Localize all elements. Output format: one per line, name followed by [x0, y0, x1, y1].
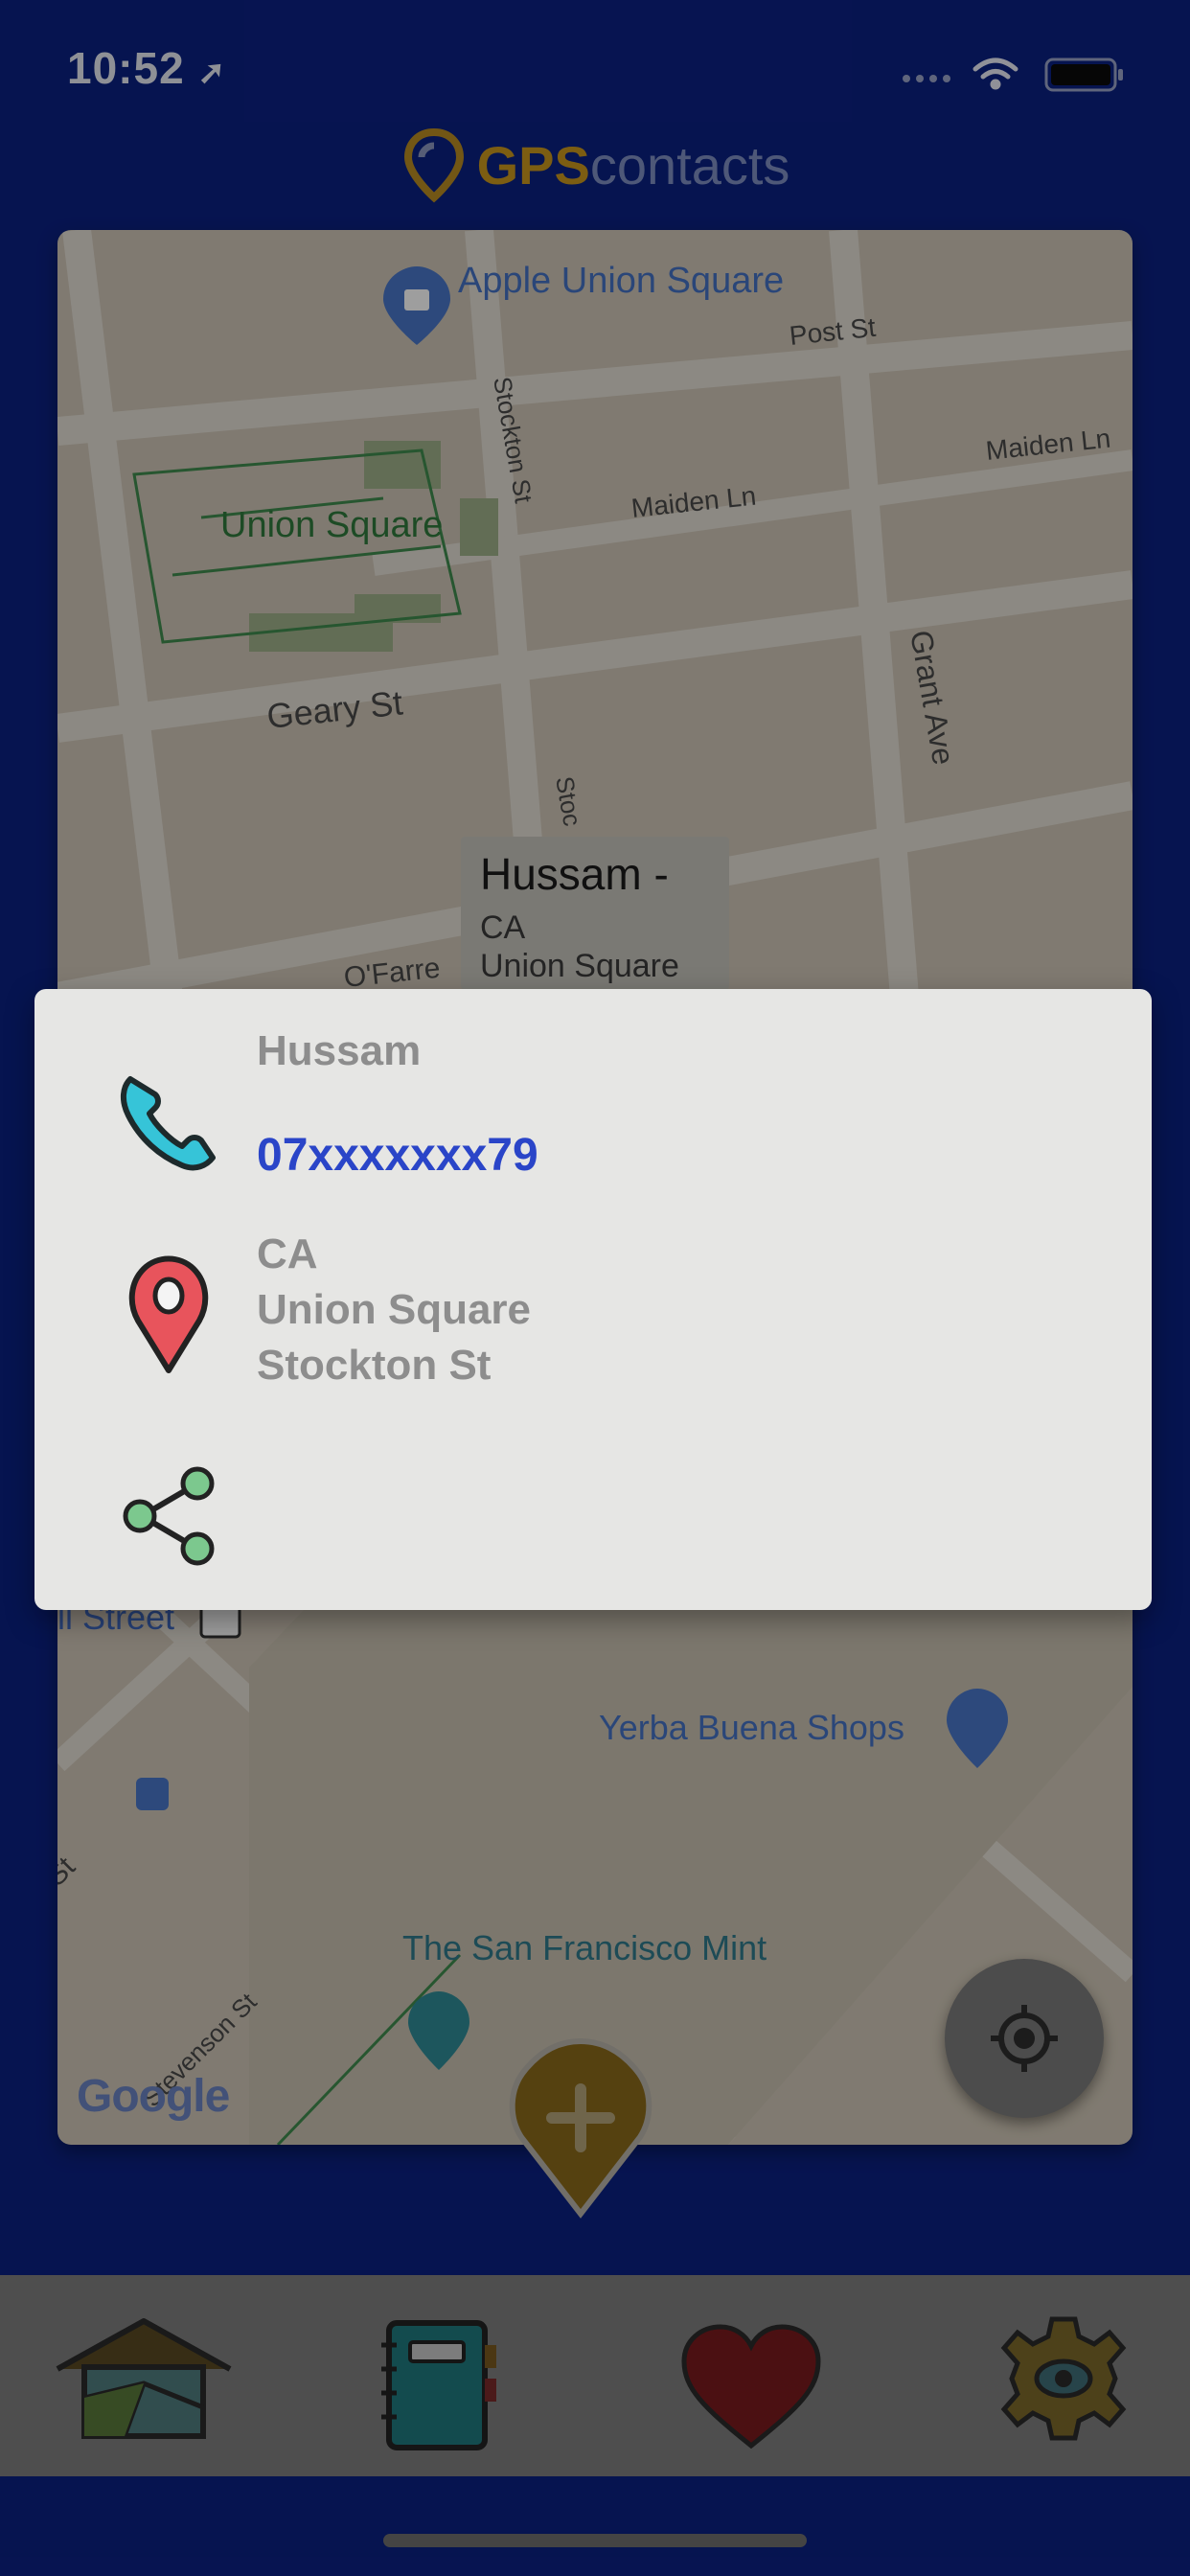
location-pin-icon: [128, 1255, 209, 1373]
address-line-3: Stockton St: [257, 1342, 492, 1389]
call-button[interactable]: [102, 1050, 236, 1184]
phone-icon: [121, 1076, 216, 1171]
contact-phone-link[interactable]: 07xxxxxxx79: [257, 1129, 538, 1182]
navigate-button[interactable]: [102, 1246, 236, 1380]
contact-popup: Hussam 07xxxxxxx79 CA Union Square Stock…: [34, 989, 1152, 1610]
contact-name: Hussam: [257, 1027, 422, 1074]
share-button[interactable]: [102, 1449, 236, 1583]
address-line-1: CA: [257, 1230, 318, 1277]
share-icon: [123, 1466, 215, 1566]
address-line-2: Union Square: [257, 1286, 532, 1333]
contact-address: CA Union Square Stockton St: [257, 1227, 531, 1393]
